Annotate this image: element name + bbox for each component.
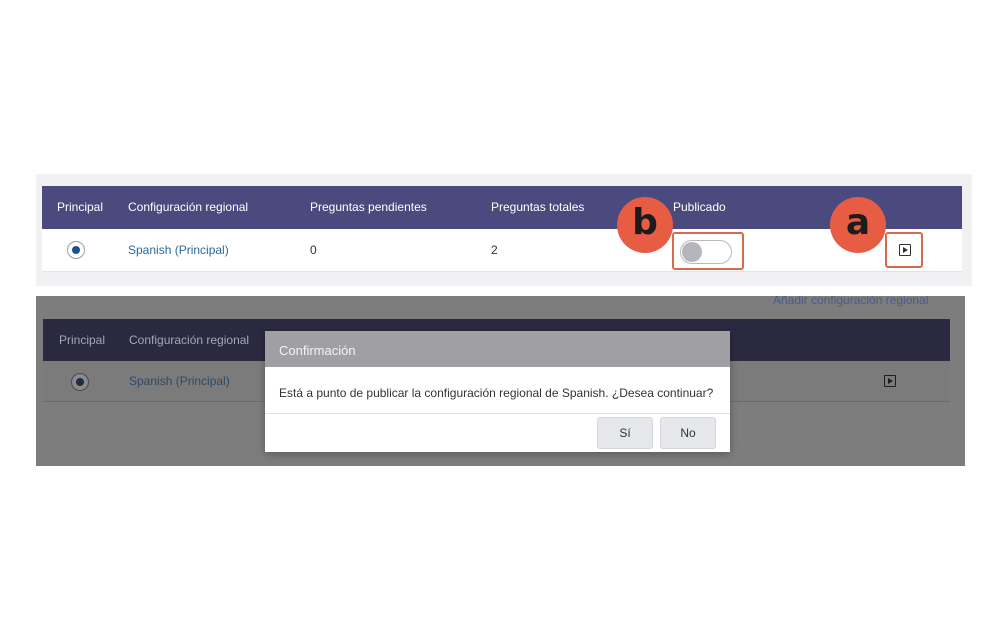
publish-toggle-highlight <box>672 232 744 270</box>
play-icon <box>884 375 896 387</box>
radio-selected-icon <box>72 246 80 254</box>
header-pending-questions: Preguntas pendientes <box>310 200 427 214</box>
confirmation-dialog: Confirmación Está a punto de publicar la… <box>265 331 730 452</box>
pending-questions-value: 0 <box>310 243 317 257</box>
dimmed-header-principal: Principal <box>59 333 106 347</box>
dialog-header: Confirmación <box>265 331 730 367</box>
add-locale-link[interactable]: Añadir configuración regional <box>773 296 928 307</box>
dialog-footer: Sí No <box>265 413 730 452</box>
dimmed-header-locale: Configuración regional <box>129 333 250 347</box>
annotation-badge-b: b <box>617 197 673 253</box>
header-principal: Principal <box>57 200 104 214</box>
dialog-title: Confirmación <box>279 343 356 358</box>
toggle-knob <box>682 242 702 262</box>
yes-button[interactable]: Sí <box>597 417 653 449</box>
table-row: Spanish (Principal) 0 2 <box>42 229 962 272</box>
dialog-message: Está a punto de publicar la configuració… <box>279 386 714 400</box>
locale-link[interactable]: Spanish (Principal) <box>128 243 229 257</box>
header-locale: Configuración regional <box>128 200 249 214</box>
header-total-questions: Preguntas totales <box>491 200 585 214</box>
header-published: Publicado <box>673 200 726 214</box>
table-header: Principal Configuración regional Pregunt… <box>42 186 962 229</box>
annotation-badge-a: a <box>830 197 886 253</box>
publish-toggle[interactable] <box>680 240 732 264</box>
play-icon[interactable] <box>899 244 911 256</box>
dimmed-locale-link: Spanish (Principal) <box>129 374 230 388</box>
locales-table: Principal Configuración regional Pregunt… <box>42 186 962 272</box>
total-questions-value: 2 <box>491 243 498 257</box>
dimmed-principal-radio <box>71 373 89 391</box>
preview-button-highlight <box>885 232 923 268</box>
principal-radio[interactable] <box>67 241 85 259</box>
no-button[interactable]: No <box>660 417 716 449</box>
screenshot-canvas: Principal Configuración regional Pregunt… <box>0 0 1000 625</box>
radio-selected-icon <box>76 378 84 386</box>
